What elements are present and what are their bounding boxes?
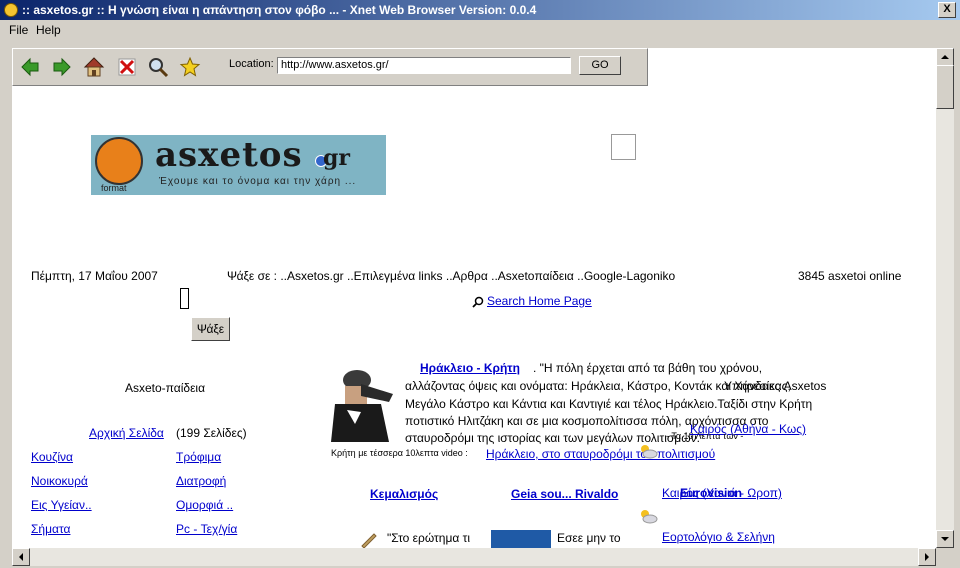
app-icon	[4, 3, 18, 17]
scroll-right-button[interactable]	[918, 548, 936, 566]
weather-icon	[641, 510, 658, 524]
location-input[interactable]: http://www.asxetos.gr/	[277, 57, 571, 74]
bookmark-star-icon[interactable]	[179, 56, 201, 78]
asxetopaideia-title: Asxeto-παίδεια	[125, 381, 206, 395]
title-bar: :: asxetos.gr :: Η γνώση είναι η απάντησ…	[0, 0, 960, 20]
home-page-link[interactable]: Αρχική Σελίδα	[89, 426, 164, 440]
article-title-link[interactable]: Ηράκλειο - Κρήτη	[420, 361, 520, 375]
site-logo[interactable]: asxetos gr Έχουμε και το όνομα και την χ…	[91, 135, 386, 195]
link-trofima[interactable]: Τρόφιμα	[176, 450, 221, 464]
esees-text: Εσεε μην το	[557, 531, 621, 545]
weather-athina-kos-link[interactable]: Καιρός (Αθήνα - Κως)	[690, 422, 806, 436]
chevron-down-icon	[941, 537, 949, 541]
home-pages-count: (199 Σελίδες)	[176, 426, 247, 440]
scrollbar-corner	[936, 548, 960, 567]
logo-mascot-icon	[95, 137, 143, 185]
browser-toolbar: Location: http://www.asxetos.gr/ GO	[12, 48, 648, 86]
article-line-1: . "Η πόλη έρχεται από τα βάθη του χρόνου…	[533, 361, 763, 375]
back-arrow-icon[interactable]	[19, 56, 41, 78]
link-omorfia[interactable]: Ομορφιά ..	[176, 498, 233, 512]
quote-text: "Στο ερώτημα τι	[387, 531, 471, 545]
search-in-text[interactable]: Ψάξε σε : ..Asxetos.gr ..Επιλεγμένα link…	[227, 269, 675, 283]
online-count: 3845 asxetoi online	[798, 269, 902, 283]
link-diatrofi[interactable]: Διατροφή	[176, 474, 226, 488]
link-kouzina[interactable]: Κουζίνα	[31, 450, 73, 464]
horizontal-scrollbar[interactable]	[12, 548, 936, 566]
home-icon[interactable]	[83, 56, 105, 78]
chevron-right-icon	[925, 553, 929, 561]
calendar-link[interactable]: Εορτολόγιο & Σελήνη	[662, 530, 775, 544]
forward-arrow-icon[interactable]	[51, 56, 73, 78]
stop-icon[interactable]	[116, 56, 138, 78]
article-line-5: σταυροδρόμι της ιστορίας και των μεγάλων…	[405, 431, 705, 445]
menu-bar: File Help	[0, 20, 960, 38]
chevron-left-icon	[19, 553, 23, 561]
date-text: Πέμπτη, 17 Μαΐου 2007	[31, 269, 158, 283]
quote-pen-icon	[361, 533, 377, 548]
weather-icon	[641, 445, 658, 459]
article-caption: Κρήτη με τέσσερα 10λεπτα video :	[331, 448, 468, 458]
link-simata[interactable]: Σήματα	[31, 522, 70, 536]
article-line-3: Μεγάλο Κάστρο και Κάντια και Καντιγιέ κα…	[405, 397, 813, 411]
menu-file[interactable]: File	[9, 23, 28, 37]
link-pc-tech[interactable]: Pc - Τεχ/γία	[176, 522, 237, 536]
kemalismos-link[interactable]: Κεμαλισμός	[370, 487, 438, 501]
search-home-link[interactable]: Search Home Page	[487, 294, 592, 308]
logo-gr: gr	[323, 145, 350, 171]
search-input[interactable]	[180, 288, 189, 309]
scroll-thumb[interactable]	[936, 65, 954, 109]
services-title: Υπηρεσίες Asxetos	[724, 379, 827, 393]
scroll-left-button[interactable]	[12, 548, 30, 566]
placeholder-image	[611, 134, 636, 160]
logo-format: format	[101, 183, 127, 193]
chevron-up-icon	[941, 55, 949, 59]
link-noikokyra[interactable]: Νοικοκυρά	[31, 474, 88, 488]
article-photo	[331, 364, 403, 442]
menu-help[interactable]: Help	[36, 23, 61, 37]
search-button[interactable]: Ψάξε	[191, 317, 230, 341]
article-video-link[interactable]: Ηράκλειο, στο σταυροδρόμι του πολιτισμού	[486, 447, 715, 461]
logo-word: asxetos	[155, 135, 303, 175]
link-eis-ygeian[interactable]: Εις Υγείαν..	[31, 498, 92, 512]
close-button[interactable]: X	[938, 2, 956, 18]
rivaldo-link[interactable]: Geia sou... Rivaldo	[511, 487, 618, 501]
magnifier-icon	[472, 296, 484, 308]
window-title: :: asxetos.gr :: Η γνώση είναι η απάντησ…	[22, 3, 537, 17]
eurovision-link[interactable]: Eurovision	[680, 486, 742, 500]
location-label: Location:	[229, 58, 274, 70]
scroll-up-button[interactable]	[936, 48, 954, 66]
go-button[interactable]: GO	[579, 56, 621, 75]
search-icon[interactable]	[147, 56, 169, 78]
vertical-scrollbar[interactable]	[936, 48, 954, 548]
scroll-down-button[interactable]	[936, 530, 954, 548]
logo-slogan: Έχουμε και το όνομα και την χάρη ...	[159, 176, 357, 187]
article-thumbnail	[491, 530, 551, 548]
